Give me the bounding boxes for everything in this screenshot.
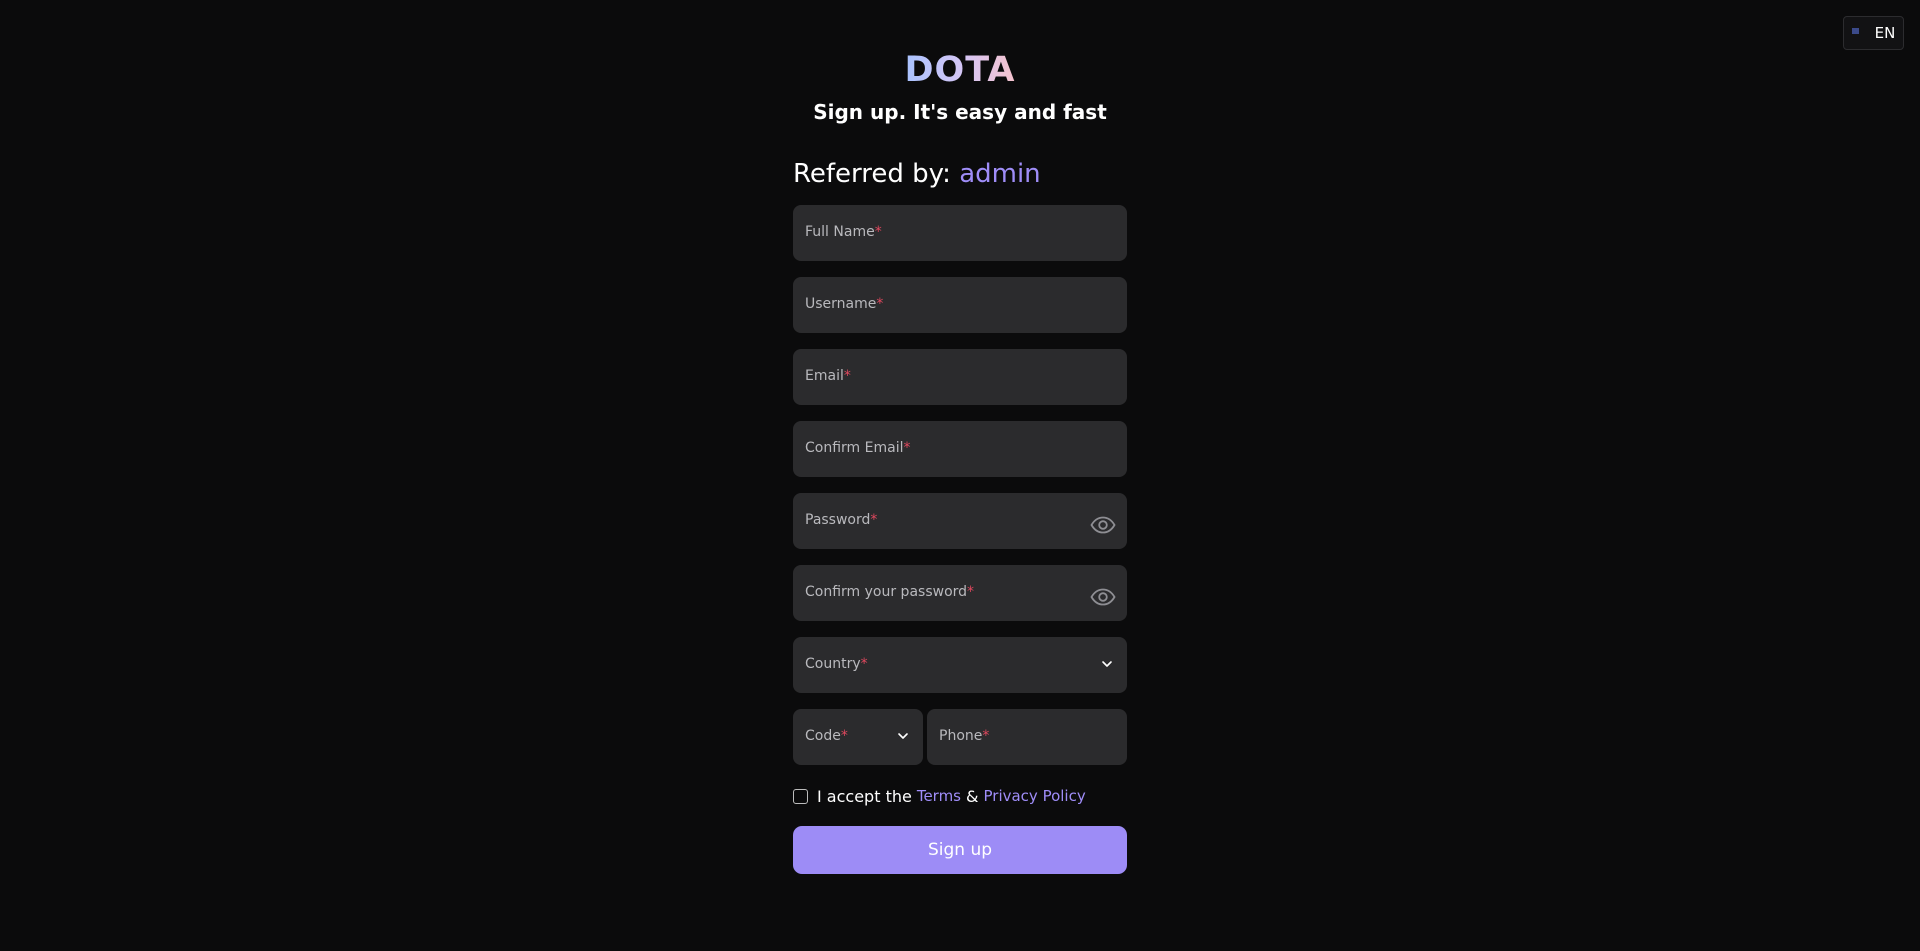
email-label: Email* [805,368,851,384]
language-code: EN [1874,24,1896,42]
signup-button[interactable]: Sign up [793,826,1127,874]
confirm-email-field[interactable]: Confirm Email* [793,421,1127,477]
phone-label: Phone* [939,728,990,744]
code-label: Code* [805,728,848,744]
terms-checkbox[interactable] [793,788,808,804]
page-subtitle: Sign up. It's easy and fast [813,100,1107,124]
terms-row: I accept the Terms & Privacy Policy [793,783,1127,809]
terms-prefix: I accept the [817,786,912,806]
phone-field[interactable]: Phone* [927,709,1127,765]
confirm-email-label: Confirm Email* [805,440,911,456]
password-field[interactable]: Password* [793,493,1127,549]
eye-icon[interactable] [1090,516,1116,534]
full-name-label: Full Name* [805,224,882,240]
username-label: Username* [805,296,884,312]
full-name-field[interactable]: Full Name* [793,205,1127,261]
email-field[interactable]: Email* [793,349,1127,405]
signup-form: Referred by: admin Full Name* Username* … [793,156,1127,874]
country-code-select[interactable]: Code* [793,709,923,765]
us-flag-icon [1851,27,1868,39]
referrer-name: admin [959,159,1041,189]
country-select[interactable]: Country* [793,637,1127,693]
eye-icon[interactable] [1090,588,1116,606]
referral-prefix: Referred by: [793,159,951,189]
referral-line: Referred by: admin [793,156,1127,192]
terms-ampersand: & [966,786,979,806]
terms-link[interactable]: Terms [917,787,961,805]
confirm-password-field[interactable]: Confirm your password* [793,565,1127,621]
username-field[interactable]: Username* [793,277,1127,333]
brand-logo: DOTA [904,50,1016,90]
chevron-down-icon [898,733,908,739]
country-label: Country* [805,656,868,672]
language-selector[interactable]: EN [1843,16,1904,50]
password-label: Password* [805,512,878,528]
privacy-policy-link[interactable]: Privacy Policy [984,787,1086,805]
confirm-password-label: Confirm your password* [805,584,975,600]
phone-row: Code* Phone* [793,709,1127,765]
chevron-down-icon [1102,661,1112,667]
